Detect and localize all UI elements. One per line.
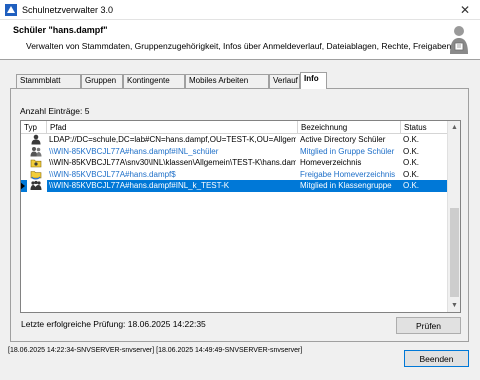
scroll-up-arrow-icon[interactable]: ▲ bbox=[448, 121, 460, 134]
status-bar: [18.06.2025 14:22:34-SNVSERVER-snvserver… bbox=[8, 347, 303, 354]
column-header-type[interactable]: Typ bbox=[21, 121, 47, 134]
home-folder-icon bbox=[30, 159, 42, 168]
row-description: Mitglied in Gruppe Schüler bbox=[300, 146, 395, 156]
row-path: \\WIN-85KVBCJL77A\snv30\INL\klassen\Allg… bbox=[49, 158, 296, 167]
dialog-description: Verwalten von Stammdaten, Gruppenzugehör… bbox=[26, 41, 459, 51]
tab-info[interactable]: Info bbox=[300, 72, 327, 89]
class-group-icon bbox=[30, 180, 42, 190]
list-header: Typ Pfad Bezeichnung Status bbox=[21, 121, 448, 134]
list-row-class-group[interactable]: \\WIN-85KVBCJL77A#hans.dampf#INL_k_TEST-… bbox=[21, 180, 448, 192]
vertical-scrollbar[interactable]: ▲ ▼ bbox=[447, 121, 460, 312]
row-status: O.K. bbox=[403, 158, 420, 167]
group-member-icon bbox=[30, 146, 42, 156]
tab-gruppen[interactable]: Gruppen bbox=[81, 74, 123, 88]
tab-stammblatt[interactable]: Stammblatt bbox=[16, 74, 81, 88]
info-list[interactable]: Typ Pfad Bezeichnung Status LDAP://DC=sc… bbox=[20, 120, 461, 313]
column-header-status[interactable]: Status bbox=[401, 121, 448, 134]
row-description: Freigabe Homeverzeichnis bbox=[300, 169, 396, 179]
column-header-path[interactable]: Pfad bbox=[47, 121, 298, 134]
row-description: Homeverzeichnis bbox=[300, 158, 362, 167]
list-row-group-schueler[interactable]: \\WIN-85KVBCJL77A#hans.dampf#INL_schüler… bbox=[21, 146, 448, 158]
check-button[interactable]: Prüfen bbox=[396, 317, 461, 334]
row-path: \\WIN-85KVBCJL77A#hans.dampf$ bbox=[49, 169, 176, 179]
row-path: \\WIN-85KVBCJL77A#hans.dampf#INL_k_TEST-… bbox=[49, 181, 230, 190]
column-header-description[interactable]: Bezeichnung bbox=[298, 121, 401, 134]
tab-strip: Stammblatt Gruppen Kontingente Mobiles A… bbox=[16, 72, 466, 89]
tab-kontingente[interactable]: Kontingente bbox=[123, 74, 185, 88]
current-row-arrow-icon bbox=[21, 182, 25, 190]
tab-mobiles-arbeiten[interactable]: Mobiles Arbeiten bbox=[185, 74, 269, 88]
row-status: O.K. bbox=[403, 181, 420, 190]
entry-count-label: Anzahl Einträge: 5 bbox=[20, 106, 90, 116]
row-status: O.K. bbox=[403, 169, 420, 179]
list-row-home-directory[interactable]: \\WIN-85KVBCJL77A\snv30\INL\klassen\Allg… bbox=[21, 157, 448, 169]
row-path: \\WIN-85KVBCJL77A#hans.dampf#INL_schüler bbox=[49, 146, 219, 156]
row-description: Active Directory Schüler bbox=[300, 135, 386, 144]
ldap-user-icon bbox=[31, 134, 41, 145]
student-person-icon bbox=[450, 26, 468, 54]
quit-button[interactable]: Beenden bbox=[404, 350, 469, 367]
tab-verlauf[interactable]: Verlauf bbox=[269, 74, 300, 88]
row-status: O.K. bbox=[403, 135, 420, 144]
dialog-title: Schüler "hans.dampf" bbox=[13, 25, 108, 35]
row-path: LDAP://DC=schule,DC=lab#CN=hans.dampf,OU… bbox=[49, 135, 296, 144]
dialog-header: Schüler "hans.dampf" Verwalten von Stamm… bbox=[0, 20, 480, 60]
scrollbar-thumb[interactable] bbox=[450, 208, 459, 297]
title-bar[interactable]: Schulnetzverwalter 3.0 ✕ bbox=[0, 0, 480, 20]
close-button[interactable]: ✕ bbox=[450, 0, 480, 20]
last-check-label: Letzte erfolgreiche Prüfung: 18.06.2025 … bbox=[21, 319, 206, 329]
window-title: Schulnetzverwalter 3.0 bbox=[22, 4, 114, 15]
app-window: Schulnetzverwalter 3.0 ✕ Schüler "hans.d… bbox=[0, 0, 480, 380]
scroll-down-arrow-icon[interactable]: ▼ bbox=[448, 299, 460, 312]
list-rows: LDAP://DC=schule,DC=lab#CN=hans.dampf,OU… bbox=[21, 134, 448, 192]
app-logo-icon bbox=[5, 3, 17, 16]
row-status: O.K. bbox=[403, 146, 420, 156]
list-row-ldap[interactable]: LDAP://DC=schule,DC=lab#CN=hans.dampf,OU… bbox=[21, 134, 448, 146]
row-description: Mitglied in Klassengruppe bbox=[300, 181, 392, 190]
shared-folder-icon bbox=[30, 170, 42, 179]
list-row-home-share[interactable]: \\WIN-85KVBCJL77A#hans.dampf$ Freigabe H… bbox=[21, 169, 448, 181]
